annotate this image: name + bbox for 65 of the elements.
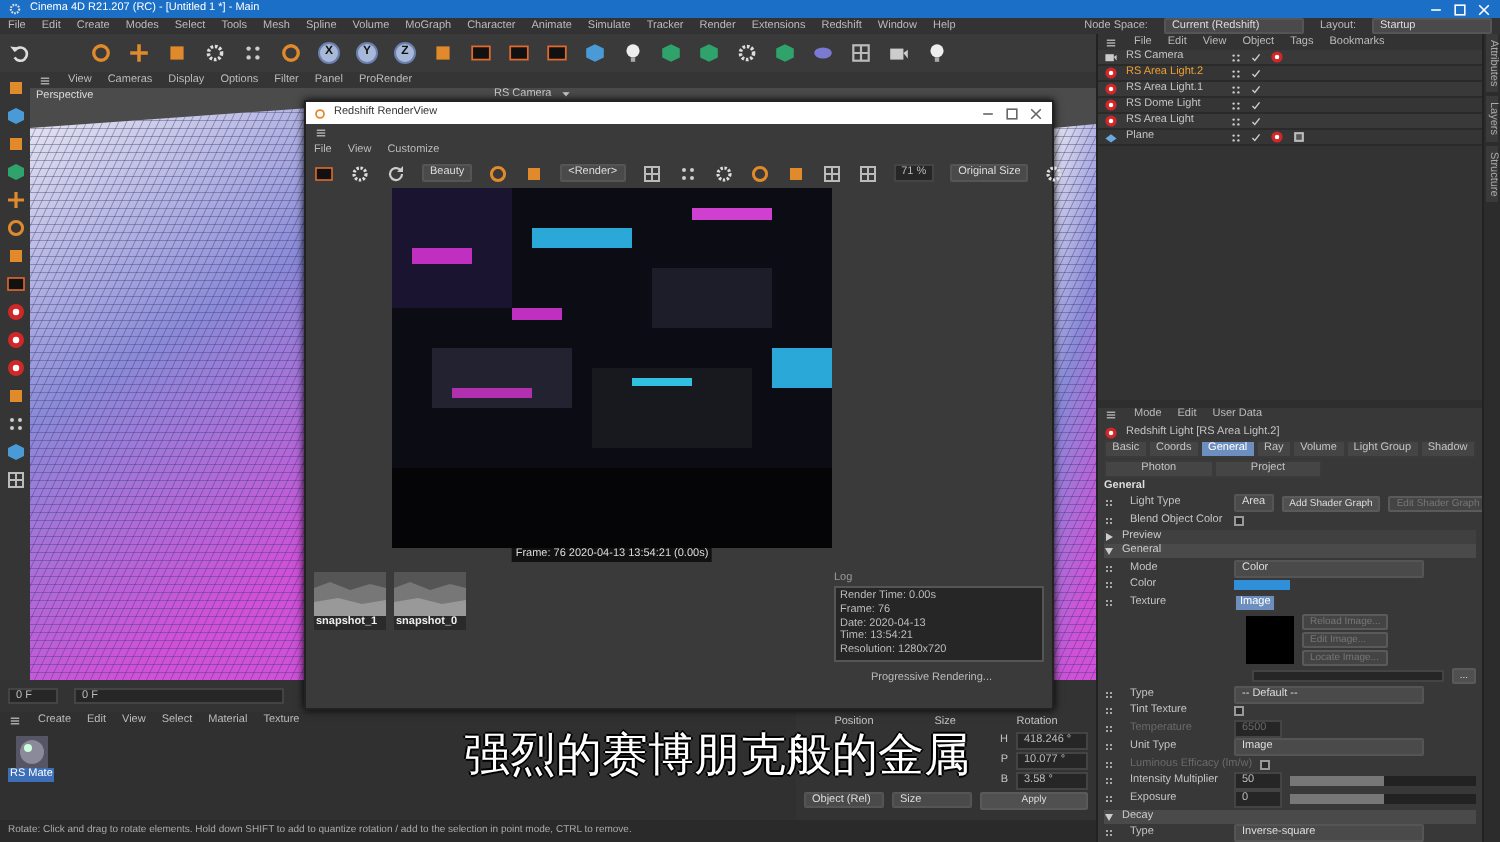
hexagon-icon[interactable]: [774, 42, 796, 64]
square-icon[interactable]: [5, 246, 25, 266]
circle-icon[interactable]: [90, 42, 112, 64]
grid-icon[interactable]: [857, 163, 878, 184]
grid-icon[interactable]: [641, 163, 662, 184]
dots-icon[interactable]: [242, 42, 264, 64]
snapshot-thumbnail[interactable]: [394, 571, 466, 616]
path-field[interactable]: [1252, 670, 1444, 683]
dots-icon[interactable]: [5, 414, 25, 434]
film-icon[interactable]: [546, 42, 568, 64]
menu-icon[interactable]: [38, 73, 52, 87]
snapshot-thumbnail[interactable]: [314, 571, 386, 616]
dots-icon[interactable]: [677, 163, 698, 184]
menu-icon[interactable]: [1104, 35, 1118, 49]
square-icon[interactable]: [5, 134, 25, 154]
grid-icon[interactable]: [821, 163, 842, 184]
square-icon[interactable]: [5, 78, 25, 98]
grid-icon[interactable]: [5, 470, 25, 490]
checkbox[interactable]: [1234, 515, 1244, 526]
menu-icon[interactable]: [314, 126, 328, 140]
maximize-icon[interactable]: [1004, 105, 1020, 121]
menu-icon[interactable]: [1104, 408, 1118, 423]
hexagon-icon[interactable]: [5, 162, 25, 182]
grid-icon[interactable]: [850, 42, 872, 64]
subtitle: 强烈的赛博朋克般的金属: [464, 728, 970, 784]
expanded-triangle-icon[interactable]: [1104, 546, 1114, 557]
square-icon[interactable]: [524, 163, 545, 184]
hexagon-icon[interactable]: [660, 42, 682, 64]
collapsed-triangle-icon[interactable]: [1104, 531, 1114, 542]
film-icon[interactable]: [470, 42, 492, 64]
camera-icon[interactable]: [1104, 50, 1118, 64]
cube-icon[interactable]: [5, 442, 25, 462]
close-icon[interactable]: [1028, 105, 1044, 121]
light-bulb-icon[interactable]: [622, 42, 644, 64]
hexagon-icon[interactable]: [698, 42, 720, 64]
material-swatch[interactable]: [15, 736, 48, 768]
square-icon[interactable]: [432, 42, 454, 64]
film-icon[interactable]: [314, 163, 334, 184]
square-icon[interactable]: [166, 42, 188, 64]
circle-icon: [314, 107, 326, 119]
light-object-icon[interactable]: [1270, 50, 1284, 64]
undo-icon[interactable]: [8, 42, 30, 64]
cube-icon[interactable]: [584, 42, 606, 64]
light-object-icon: [1104, 425, 1118, 440]
color-swatch[interactable]: [1234, 580, 1290, 591]
plus-icon[interactable]: [5, 190, 25, 210]
checkbox[interactable]: [1234, 706, 1244, 717]
expanded-triangle-icon[interactable]: [1104, 811, 1114, 822]
texture-tag-icon[interactable]: [1292, 130, 1306, 144]
circle-icon[interactable]: [749, 163, 770, 184]
square-icon[interactable]: [5, 386, 25, 406]
cube-icon[interactable]: [5, 106, 25, 126]
light-object-icon[interactable]: [1270, 130, 1284, 144]
light-bulb-icon[interactable]: [926, 42, 948, 64]
circle-icon[interactable]: [5, 218, 25, 238]
film-icon[interactable]: [5, 274, 25, 294]
refresh-icon[interactable]: [386, 163, 406, 184]
menu-icon[interactable]: [8, 714, 22, 728]
texture-preview: [1246, 615, 1294, 664]
square-icon[interactable]: [785, 163, 806, 184]
circle-icon[interactable]: [280, 42, 302, 64]
circle-icon[interactable]: [488, 163, 509, 184]
film-icon[interactable]: [508, 42, 530, 64]
capsule-icon[interactable]: [812, 42, 834, 64]
plus-icon[interactable]: [128, 42, 150, 64]
